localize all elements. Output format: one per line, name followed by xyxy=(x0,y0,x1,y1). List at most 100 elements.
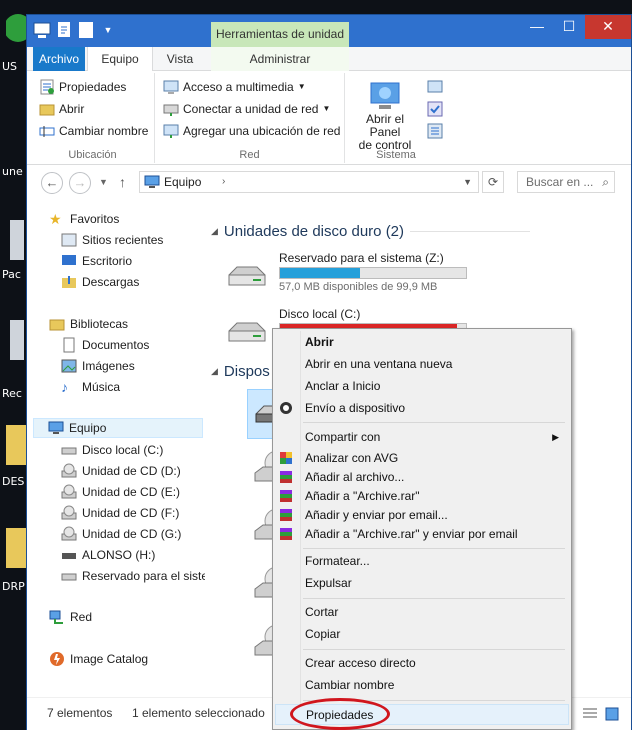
drive-item[interactable]: Reservado para el sistema (Z:) 57,0 MB d… xyxy=(219,251,599,301)
nav-item-favoritos[interactable]: ★ Favoritos xyxy=(49,209,119,229)
collapse-icon: ◢ xyxy=(211,226,218,236)
manage-icon[interactable] xyxy=(427,123,443,142)
menu-item-anclar-inicio[interactable]: Anclar a Inicio xyxy=(275,376,569,397)
nav-item-disco-local-c[interactable]: Disco local (C:) xyxy=(61,440,163,460)
menu-item-abrir[interactable]: Abrir xyxy=(275,332,569,353)
properties-label: Propiedades xyxy=(59,80,127,94)
open-control-panel-button[interactable]: Abrir el Panel de control xyxy=(349,77,421,152)
nav-item-red[interactable]: Red xyxy=(49,607,92,627)
nav-item-escritorio[interactable]: Escritorio xyxy=(61,251,132,271)
tab-equipo[interactable]: Equipo xyxy=(87,47,153,72)
search-placeholder: Buscar en ... xyxy=(526,175,594,189)
menu-item-analizar-avg[interactable]: Analizar con AVG xyxy=(275,448,569,469)
nav-item-bibliotecas[interactable]: Bibliotecas xyxy=(49,314,128,334)
forward-button[interactable]: → xyxy=(69,172,91,194)
menu-item-anadir-archive-rar-email[interactable]: Añadir a "Archive.rar" y enviar por emai… xyxy=(275,524,569,545)
drive-usage-fill xyxy=(280,268,360,278)
chevron-down-icon[interactable]: ▼ xyxy=(99,21,117,39)
desktop-label: Rec xyxy=(2,387,22,400)
nav-item-documentos[interactable]: Documentos xyxy=(61,335,149,355)
nav-item-cd-f[interactable]: Unidad de CD (F:) xyxy=(61,503,179,523)
up-button[interactable]: ↑ xyxy=(119,174,126,190)
winrar-icon xyxy=(279,470,293,484)
nav-item-cd-e[interactable]: Unidad de CD (E:) xyxy=(61,482,180,502)
address-box[interactable]: Equipo › ▼ xyxy=(139,171,479,193)
menu-separator xyxy=(303,422,565,423)
section-header-hard-drives[interactable]: ◢ Unidades de disco duro (2) xyxy=(211,223,531,240)
tab-vista[interactable]: Vista xyxy=(155,47,205,71)
system-properties-icon[interactable] xyxy=(427,79,443,98)
computer-icon[interactable] xyxy=(33,21,51,39)
device-icon xyxy=(279,401,293,415)
nav-item-imagenes[interactable]: Imágenes xyxy=(61,356,135,376)
add-network-location-label: Agregar una ubicación de red xyxy=(183,124,341,138)
menu-item-anadir-enviar-email[interactable]: Añadir y enviar por email... xyxy=(275,505,569,526)
tab-archivo[interactable]: Archivo xyxy=(33,47,85,71)
document-icon xyxy=(61,337,77,353)
menu-item-compartir-con[interactable]: Compartir con ▶ xyxy=(275,427,569,448)
minimize-button[interactable]: — xyxy=(521,15,553,39)
nav-item-image-catalog[interactable]: Image Catalog xyxy=(49,649,148,669)
menu-item-copiar[interactable]: Copiar xyxy=(275,624,569,645)
collapse-icon: ◢ xyxy=(211,366,218,376)
computer-icon xyxy=(48,420,64,436)
open-button[interactable]: Abrir xyxy=(39,99,84,119)
search-icon: ⌕ xyxy=(602,175,609,189)
back-button[interactable]: ← xyxy=(41,172,63,194)
nav-item-descargas[interactable]: Descargas xyxy=(61,272,139,292)
section-divider xyxy=(410,231,531,232)
refresh-button[interactable]: ⟳ xyxy=(482,171,504,193)
ribbon-group-red: Acceso a multimedia ▼ Conectar a unidad … xyxy=(155,73,345,163)
menu-item-cortar[interactable]: Cortar xyxy=(275,602,569,623)
menu-item-formatear[interactable]: Formatear... xyxy=(275,551,569,572)
menu-separator xyxy=(303,548,565,549)
uninstall-icon[interactable] xyxy=(427,101,443,120)
nav-item-cd-d[interactable]: Unidad de CD (D:) xyxy=(61,461,181,481)
music-icon: ♪ xyxy=(61,379,68,395)
title-bar[interactable]: ▼ Herramientas de unidad — ☐ ✕ xyxy=(27,15,631,47)
new-folder-icon[interactable] xyxy=(77,21,95,39)
nav-item-reservado[interactable]: Reservado para el sister xyxy=(61,566,205,586)
nav-item-musica[interactable]: ♪ Música xyxy=(61,377,120,397)
drive-usage-bar xyxy=(279,267,467,279)
recent-locations-icon[interactable]: ▼ xyxy=(99,177,108,187)
details-view-icon[interactable] xyxy=(583,708,597,723)
properties-button[interactable]: Propiedades xyxy=(39,77,126,97)
nav-item-equipo[interactable]: Equipo xyxy=(33,418,203,438)
recent-icon xyxy=(61,232,77,248)
menu-item-crear-acceso-directo[interactable]: Crear acceso directo xyxy=(275,653,569,674)
add-network-location-button[interactable]: Agregar una ubicación de red xyxy=(163,121,340,141)
properties-icon[interactable] xyxy=(55,21,73,39)
breadcrumb[interactable]: Equipo xyxy=(164,172,201,192)
rename-button[interactable]: Cambiar nombre xyxy=(39,121,148,141)
menu-item-expulsar[interactable]: Expulsar xyxy=(275,573,569,594)
nav-item-sitios-recientes[interactable]: Sitios recientes xyxy=(61,230,163,250)
menu-item-anadir-archivo[interactable]: Añadir al archivo... xyxy=(275,467,569,488)
nav-item-alonso-h[interactable]: ALONSO (H:) xyxy=(61,545,155,565)
tab-administrar[interactable]: Administrar xyxy=(211,47,349,71)
menu-item-cambiar-nombre[interactable]: Cambiar nombre xyxy=(275,675,569,696)
maximize-button[interactable]: ☐ xyxy=(553,15,585,39)
large-icons-view-icon[interactable] xyxy=(605,707,619,724)
media-access-button[interactable]: Acceso a multimedia ▼ xyxy=(163,77,306,97)
menu-separator xyxy=(303,598,565,599)
winrar-icon xyxy=(279,508,293,522)
nav-item-cd-g[interactable]: Unidad de CD (G:) xyxy=(61,524,181,544)
chevron-right-icon[interactable]: › xyxy=(222,172,225,192)
control-panel-icon xyxy=(369,81,401,111)
menu-item-anadir-archive-rar[interactable]: Añadir a "Archive.rar" xyxy=(275,486,569,507)
map-network-drive-button[interactable]: Conectar a unidad de red ▼ xyxy=(163,99,330,119)
hard-drive-icon xyxy=(223,313,269,351)
annotation-circle xyxy=(290,698,390,730)
menu-item-envio-dispositivo[interactable]: Envío a dispositivo xyxy=(275,398,569,419)
close-button[interactable]: ✕ xyxy=(585,15,631,39)
quick-access-toolbar: ▼ xyxy=(33,21,117,39)
section-header-devices[interactable]: ◢ Dispos xyxy=(211,363,270,380)
contextual-tab-title: Herramientas de unidad xyxy=(211,22,349,47)
chevron-down-icon[interactable]: ▼ xyxy=(463,172,472,192)
item-count: 7 elementos xyxy=(47,706,113,720)
drive-name: Reservado para el sistema (Z:) xyxy=(279,251,444,265)
open-control-panel-label-1: Abrir el Panel xyxy=(365,112,404,139)
search-input[interactable]: Buscar en ... ⌕ xyxy=(517,171,615,193)
menu-item-abrir-ventana-nueva[interactable]: Abrir en una ventana nueva xyxy=(275,354,569,375)
